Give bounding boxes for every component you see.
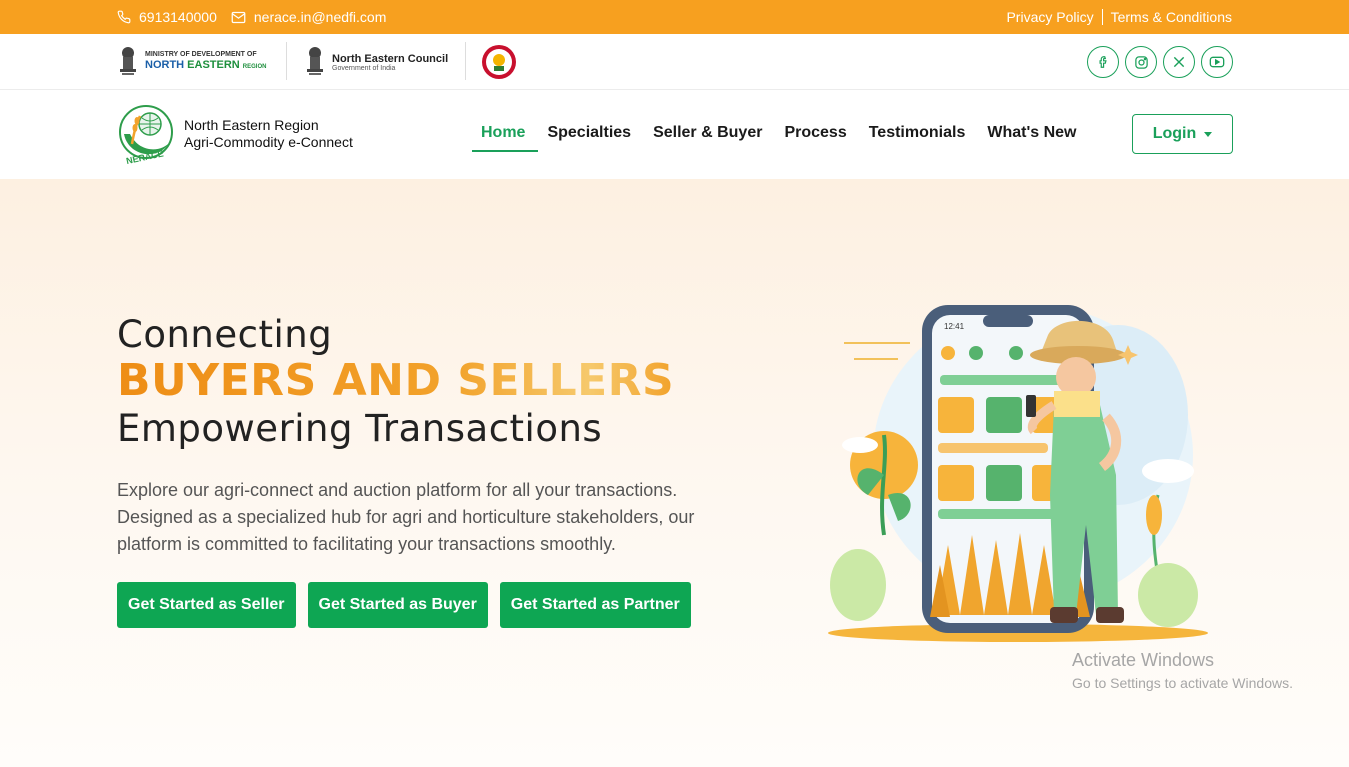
x-icon xyxy=(1173,56,1185,68)
nav-whats-new[interactable]: What's New xyxy=(978,120,1089,152)
nav-seller-buyer[interactable]: Seller & Buyer xyxy=(644,120,775,152)
mdoner-line1: MINISTRY OF DEVELOPMENT OF xyxy=(145,51,257,58)
get-started-buyer-button[interactable]: Get Started as Buyer xyxy=(307,582,488,628)
phone-time: 12:41 xyxy=(944,322,965,331)
mdoner-line2a: NORTH xyxy=(145,59,188,71)
seal-logo[interactable] xyxy=(481,42,517,82)
contact-info: 6913140000 nerace.in@nedfi.com xyxy=(117,0,386,34)
seal-icon xyxy=(482,45,516,79)
login-dropdown-button[interactable]: Login xyxy=(1132,114,1233,154)
get-started-seller-button[interactable]: Get Started as Seller xyxy=(117,582,296,628)
nerace-logo-icon: NERACE xyxy=(119,105,173,164)
terms-link[interactable]: Terms & Conditions xyxy=(1111,9,1232,25)
nav-home[interactable]: Home xyxy=(472,120,539,152)
phone-number: 6913140000 xyxy=(139,9,217,25)
logo-divider xyxy=(286,42,287,80)
social-links xyxy=(1087,46,1233,78)
facebook-icon xyxy=(1099,56,1107,68)
get-started-partner-button[interactable]: Get Started as Partner xyxy=(499,582,691,628)
main-navbar: NERACE North Eastern Region Agri-Commodi… xyxy=(0,90,1349,179)
mdoner-line3: REGION xyxy=(242,64,267,70)
login-label: Login xyxy=(1152,125,1197,142)
caret-down-icon xyxy=(1204,131,1213,137)
email-contact[interactable]: nerace.in@nedfi.com xyxy=(231,9,387,25)
hero-title-line1: Connecting xyxy=(117,313,333,356)
nav-specialties[interactable]: Specialties xyxy=(538,120,644,152)
mdoner-line2b: EASTERN xyxy=(187,59,240,71)
phone-icon xyxy=(117,10,131,24)
link-divider xyxy=(1101,9,1103,25)
phone-contact[interactable]: 6913140000 xyxy=(117,9,217,25)
brand-line1: North Eastern Region xyxy=(184,117,319,133)
mail-icon xyxy=(231,11,246,23)
x-link[interactable] xyxy=(1163,46,1195,78)
watermark-title: Activate Windows xyxy=(1072,650,1215,670)
top-contact-bar: 6913140000 nerace.in@nedfi.com Privacy P… xyxy=(0,0,1349,34)
government-logo-strip: MINISTRY OF DEVELOPMENT OF NORTH EASTERN… xyxy=(0,34,1349,90)
windows-activation-watermark: Activate Windows Go to Settings to activ… xyxy=(1072,650,1293,691)
nav-testimonials[interactable]: Testimonials xyxy=(860,120,979,152)
brand-logo[interactable]: NERACE North Eastern Region Agri-Commodi… xyxy=(118,104,353,164)
farmer-phone-illustration: 12:41 xyxy=(828,305,1208,642)
mdoner-logo[interactable]: MINISTRY OF DEVELOPMENT OF NORTH EASTERN… xyxy=(117,42,266,82)
hero-title-line3: Empowering Transactions xyxy=(117,407,603,450)
hero-cta-group: Get Started as Seller Get Started as Buy… xyxy=(117,582,691,628)
hero-description: Explore our agri-connect and auction pla… xyxy=(117,480,695,554)
policy-links: Privacy Policy Terms & Conditions xyxy=(1006,0,1232,34)
facebook-link[interactable] xyxy=(1087,46,1119,78)
nav-process[interactable]: Process xyxy=(775,120,859,152)
primary-nav: Home Specialties Seller & Buyer Process … xyxy=(472,120,1090,152)
youtube-icon xyxy=(1209,56,1225,68)
national-emblem-icon xyxy=(307,47,323,75)
privacy-policy-link[interactable]: Privacy Policy xyxy=(1006,9,1093,25)
nec-title: North Eastern Council xyxy=(332,52,449,65)
nec-subtitle: Government of India xyxy=(332,64,396,72)
brand-line2: Agri-Commodity e-Connect xyxy=(184,134,353,150)
instagram-icon xyxy=(1134,55,1148,69)
nec-logo[interactable]: North Eastern Council Government of Indi… xyxy=(304,42,448,82)
watermark-subtitle: Go to Settings to activate Windows. xyxy=(1072,675,1293,691)
hero-title-highlight: BUYERS AND SELLERS xyxy=(117,355,675,406)
instagram-link[interactable] xyxy=(1125,46,1157,78)
youtube-link[interactable] xyxy=(1201,46,1233,78)
national-emblem-icon xyxy=(120,47,136,75)
email-address: nerace.in@nedfi.com xyxy=(253,9,387,25)
logo-divider xyxy=(465,42,466,80)
